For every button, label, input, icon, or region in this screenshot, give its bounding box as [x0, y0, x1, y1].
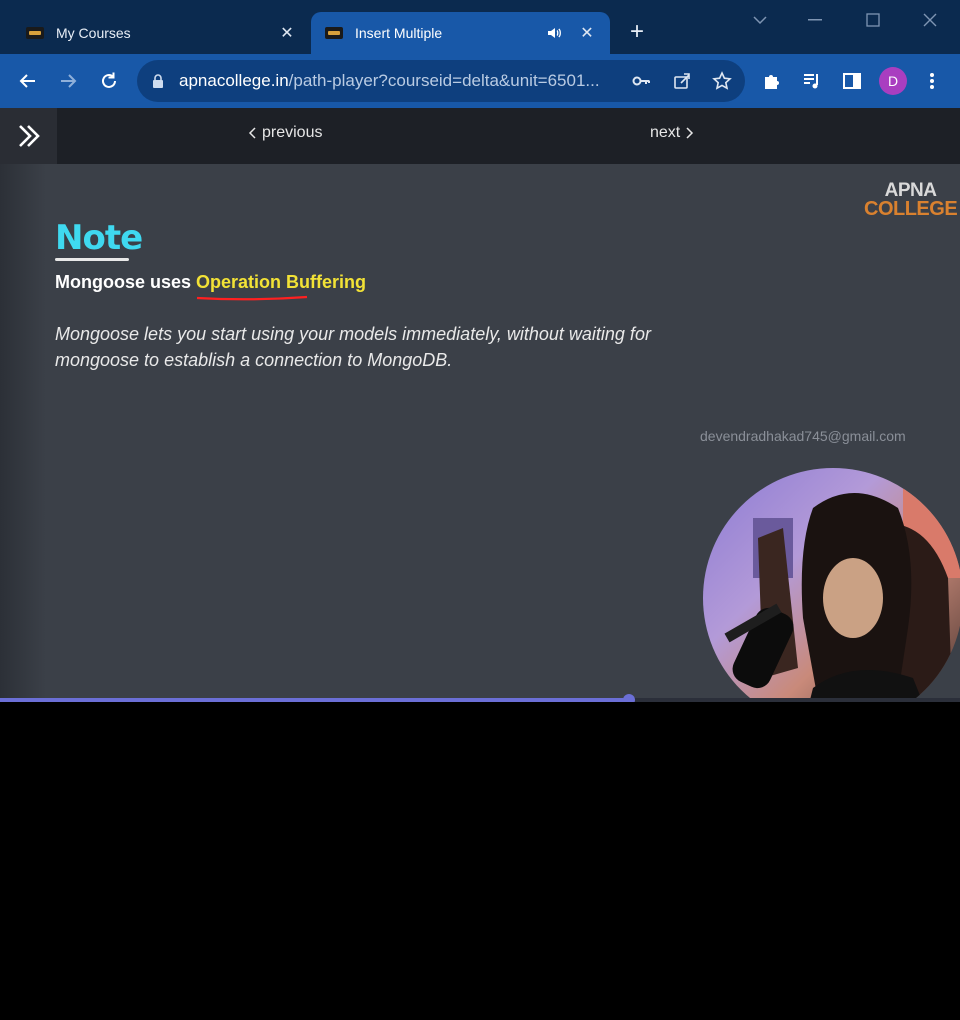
logo-line-2: COLLEGE — [864, 198, 958, 220]
chevron-right-icon — [686, 127, 694, 139]
bookmark-star-icon[interactable] — [712, 71, 732, 91]
next-label: next — [650, 124, 681, 141]
side-panel-button[interactable] — [838, 67, 866, 95]
video-player[interactable]: APNA COLLEGE Note Mongoose uses Operatio… — [0, 164, 960, 700]
address-bar[interactable]: apnacollege.in/path-player?courseid=delt… — [137, 60, 745, 102]
reload-icon — [102, 72, 116, 88]
apna-college-favicon-icon — [325, 27, 343, 39]
close-window-button[interactable] — [915, 8, 945, 32]
tab-title: Insert Multiple — [355, 25, 443, 41]
double-chevron-right-icon — [18, 125, 40, 147]
back-arrow-icon — [19, 74, 35, 88]
empty-content-area — [0, 702, 960, 1020]
url-path: /path-player?courseid=delta&unit=6501... — [288, 71, 600, 90]
media-control-button[interactable] — [798, 67, 826, 95]
slide-heading: Note — [55, 218, 143, 258]
reload-button[interactable] — [95, 67, 123, 95]
tab-my-courses[interactable]: My Courses ✕ — [12, 12, 310, 54]
chevron-left-icon — [248, 127, 256, 139]
browser-menu-button[interactable] — [918, 67, 946, 95]
red-underline-annotation — [196, 295, 308, 301]
playlist-music-icon — [804, 74, 818, 89]
forward-button[interactable] — [54, 67, 82, 95]
minimize-button[interactable] — [800, 8, 830, 32]
speaker-icon[interactable] — [546, 25, 562, 41]
tab-title: My Courses — [56, 25, 131, 41]
puzzle-icon — [765, 75, 779, 89]
tab-insert-multiple[interactable]: Insert Multiple ✕ — [311, 12, 610, 54]
key-icon[interactable] — [631, 71, 651, 91]
lock-icon[interactable] — [151, 73, 165, 89]
apna-college-favicon-icon — [26, 27, 44, 39]
url-host: apnacollege.in — [179, 71, 289, 90]
heading-underline — [55, 258, 129, 261]
extensions-button[interactable] — [758, 67, 786, 95]
maximize-button[interactable] — [858, 8, 888, 32]
profile-avatar[interactable]: D — [879, 67, 907, 95]
tab-strip: My Courses ✕ Insert Multiple ✕ + — [0, 0, 960, 54]
side-panel-icon — [843, 73, 861, 89]
previous-label: previous — [262, 124, 323, 141]
slide-subtitle: Mongoose uses Operation Buffering — [55, 272, 366, 293]
apna-college-logo: APNA COLLEGE — [864, 181, 958, 220]
slide-paragraph: Mongoose lets you start using your model… — [55, 324, 651, 370]
more-vertical-icon — [930, 73, 934, 89]
email-watermark: devendradhakad745@gmail.com — [700, 428, 906, 444]
previous-button[interactable]: previous — [248, 124, 322, 142]
player-nav-bar: previous next — [0, 108, 960, 164]
tab-search-icon[interactable] — [745, 8, 775, 32]
close-tab-icon[interactable]: ✕ — [578, 24, 596, 42]
browser-toolbar: apnacollege.in/path-player?courseid=delt… — [0, 54, 960, 108]
url-text[interactable]: apnacollege.in/path-player?courseid=delt… — [179, 71, 619, 91]
close-tab-icon[interactable]: ✕ — [278, 24, 296, 42]
next-button[interactable]: next — [650, 124, 694, 142]
share-icon[interactable] — [672, 71, 692, 91]
subtitle-prefix: Mongoose uses — [55, 272, 197, 292]
expand-sidebar-button[interactable] — [0, 108, 57, 164]
instructor-webcam — [703, 468, 960, 700]
back-button[interactable] — [14, 67, 42, 95]
forward-arrow-icon — [61, 74, 77, 88]
new-tab-button[interactable]: + — [624, 20, 650, 46]
subtitle-highlight: Operation Buffering — [196, 272, 367, 292]
